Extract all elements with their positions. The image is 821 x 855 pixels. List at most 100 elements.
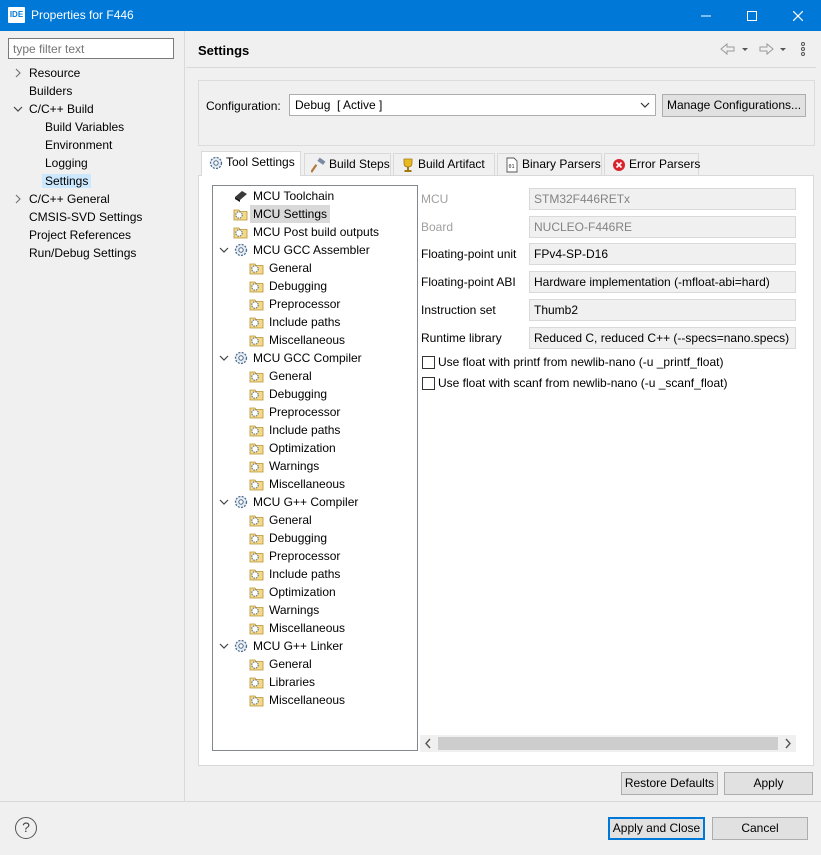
tab-label: Build Artifact — [418, 157, 485, 171]
nav-item-resource[interactable]: Resource — [29, 64, 80, 82]
tree-item-label: Warnings — [269, 459, 320, 473]
folder-gear-icon — [249, 458, 265, 474]
close-button[interactable] — [775, 0, 821, 31]
back-menu-button[interactable] — [741, 42, 749, 56]
runtime-library-label: Runtime library — [421, 331, 502, 345]
tree-item-label: Preprocessor — [269, 405, 341, 419]
tool-settings-tree[interactable]: MCU Toolchain MCU Settings MCU Post build … — [212, 185, 418, 751]
tree-item-label: Include paths — [269, 567, 341, 581]
configuration-select[interactable]: Debug [ Active ] — [289, 94, 656, 116]
checkbox-box[interactable] — [422, 377, 435, 390]
tree-item-label: Optimization — [269, 441, 336, 455]
folder-gear-icon — [249, 584, 265, 600]
forward-arrow-icon — [759, 42, 774, 56]
nav-item-environment[interactable]: Environment — [45, 136, 112, 154]
cancel-button[interactable]: Cancel — [712, 817, 808, 840]
tab-label: Tool Settings — [226, 155, 295, 169]
folder-gear-icon — [249, 260, 265, 276]
chevron-right-icon[interactable] — [13, 190, 23, 208]
folder-gear-icon — [249, 296, 265, 312]
chevron-right-icon[interactable] — [13, 64, 23, 82]
forward-menu-button[interactable] — [779, 42, 787, 56]
tree-item-label: General — [269, 513, 312, 527]
tab-build-artifact[interactable]: Build Artifact — [393, 153, 495, 175]
svg-text:01: 01 — [509, 164, 515, 170]
nav-item-run-debug-settings[interactable]: Run/Debug Settings — [29, 244, 136, 262]
nav-item-label: Settings — [42, 174, 92, 188]
gear-icon — [208, 155, 224, 171]
floating-point-abi-select[interactable]: Hardware implementation (-mfloat-abi=har… — [529, 271, 796, 293]
tree-item-label: General — [269, 369, 312, 383]
folder-gear-icon — [233, 224, 249, 240]
folder-gear-icon — [249, 476, 265, 492]
scrollbar-thumb[interactable] — [438, 737, 778, 750]
nav-item-label: Run/Debug Settings — [29, 246, 137, 260]
folder-gear-icon — [249, 674, 265, 690]
nav-item-c-c-general[interactable]: C/C++ General — [29, 190, 110, 208]
tab-label: Build Steps — [329, 157, 390, 171]
nav-item-build-variables[interactable]: Build Variables — [45, 118, 124, 136]
title-bar[interactable]: IDE Properties for F446 — [0, 0, 821, 31]
folder-gear-icon — [249, 548, 265, 564]
tree-item-label: MCU Post build outputs — [253, 225, 380, 239]
filter-input[interactable] — [8, 38, 174, 59]
runtime-library-select[interactable]: Reduced C, reduced C++ (--specs=nano.spe… — [529, 327, 796, 349]
tree-item-label: Include paths — [269, 315, 341, 329]
scroll-left-button[interactable] — [423, 738, 433, 749]
folder-gear-icon — [249, 692, 265, 708]
folder-gear-icon — [249, 656, 265, 672]
manage-configurations-button[interactable]: Manage Configurations... — [662, 94, 806, 117]
view-menu-button[interactable] — [799, 41, 807, 57]
tab-tool-settings[interactable]: Tool Settings — [201, 151, 301, 176]
tab-build-steps[interactable]: Build Steps — [304, 153, 391, 175]
tree-item-label: MCU Settings — [250, 205, 331, 223]
chevron-down-icon[interactable] — [13, 100, 23, 118]
checkbox-box[interactable] — [422, 356, 435, 369]
tree-item-label: Preprocessor — [269, 549, 341, 563]
folder-gear-icon — [249, 404, 265, 420]
nav-item-logging[interactable]: Logging — [45, 154, 88, 172]
gear-icon — [233, 350, 249, 366]
maximize-button[interactable] — [729, 0, 775, 31]
nav-item-cmsis-svd-settings[interactable]: CMSIS-SVD Settings — [29, 208, 142, 226]
nav-item-label: Resource — [29, 66, 81, 80]
nav-item-settings[interactable]: Settings — [42, 172, 92, 190]
tree-item-label: Warnings — [269, 603, 320, 617]
chevron-down-icon[interactable] — [219, 241, 229, 259]
floating-point-unit-select[interactable]: FPv4-SP-D16 — [529, 243, 796, 265]
tree-item-label: General — [269, 657, 312, 671]
scroll-right-button[interactable] — [783, 738, 793, 749]
tab-binary-parsers[interactable]: 01 Binary Parsers — [497, 153, 602, 175]
apply-button[interactable]: Apply — [724, 772, 813, 795]
folder-gear-icon — [249, 566, 265, 582]
folder-gear-icon — [249, 386, 265, 402]
chevron-down-icon[interactable] — [219, 349, 229, 367]
chevron-down-icon — [640, 102, 650, 108]
tree-item-label: Libraries — [269, 675, 316, 689]
tree-item-label: Preprocessor — [269, 297, 341, 311]
folder-gear-icon — [249, 422, 265, 438]
restore-defaults-button[interactable]: Restore Defaults — [621, 772, 718, 795]
forward-button[interactable] — [758, 42, 774, 56]
nav-item-project-references[interactable]: Project References — [29, 226, 131, 244]
nav-item-label: CMSIS-SVD Settings — [29, 210, 143, 224]
apply-and-close-button[interactable]: Apply and Close — [608, 817, 705, 840]
pane-divider[interactable] — [184, 31, 185, 801]
gear-icon — [233, 638, 249, 654]
tree-item-label: Debugging — [269, 531, 328, 545]
mcu-label: MCU — [421, 192, 449, 206]
back-button[interactable] — [720, 42, 736, 56]
minimize-button[interactable] — [683, 0, 729, 31]
binary-file-icon: 01 — [504, 157, 520, 173]
help-button[interactable]: ? — [15, 817, 37, 839]
instruction-set-select[interactable]: Thumb2 — [529, 299, 796, 321]
back-arrow-icon — [720, 42, 735, 56]
window-title: Properties for F446 — [31, 8, 134, 22]
nav-item-builders[interactable]: Builders — [29, 82, 72, 100]
folder-gear-icon — [249, 440, 265, 456]
tab-error-parsers[interactable]: Error Parsers — [604, 153, 700, 175]
nav-item-c-c-build[interactable]: C/C++ Build — [29, 100, 94, 118]
chevron-down-icon[interactable] — [219, 493, 229, 511]
chevron-down-icon[interactable] — [219, 637, 229, 655]
tree-item-label: Optimization — [269, 585, 336, 599]
